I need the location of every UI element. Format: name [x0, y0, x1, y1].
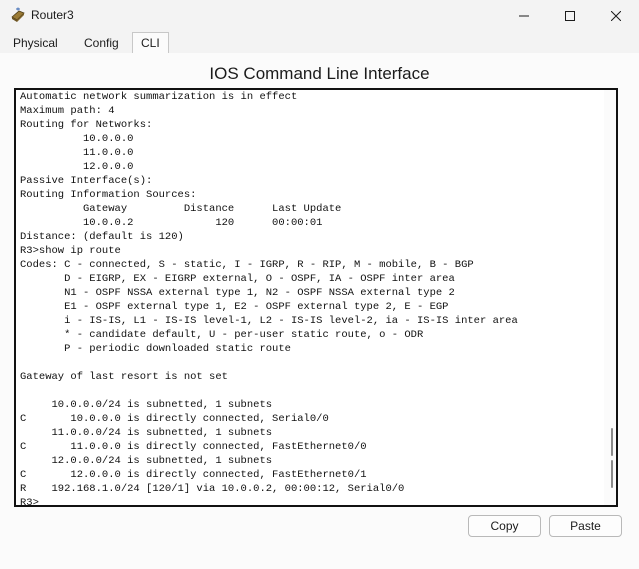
cli-line: Passive Interface(s):: [20, 175, 153, 187]
cli-line: i - IS-IS, L1 - IS-IS level-1, L2 - IS-I…: [20, 315, 518, 327]
cli-line: Routing for Networks:: [20, 119, 153, 131]
cli-line: R 192.168.1.0/24 [120/1] via 10.0.0.2, 0…: [20, 483, 405, 495]
cli-line: Gateway Distance Last Update: [20, 203, 342, 215]
cli-line: Automatic network summarization is in ef…: [20, 91, 298, 103]
cli-line: P - periodic downloaded static route: [20, 343, 291, 355]
minimize-icon: [519, 15, 529, 17]
cli-line: Codes: C - connected, S - static, I - IG…: [20, 259, 474, 271]
cli-line: R3>show ip route: [20, 245, 121, 257]
minimize-button[interactable]: [501, 0, 547, 32]
cli-line: E1 - OSPF external type 1, E2 - OSPF ext…: [20, 301, 449, 313]
close-button[interactable]: [593, 0, 639, 32]
cli-line: 10.0.0.0: [20, 133, 134, 145]
cli-line: N1 - OSPF NSSA external type 1, N2 - OSP…: [20, 287, 455, 299]
cli-scrollbar[interactable]: [604, 90, 616, 505]
tab-bar: Physical Config CLI: [0, 31, 639, 54]
cli-line: 11.0.0.0/24 is subnetted, 1 subnets: [20, 427, 273, 439]
tab-config[interactable]: Config: [75, 32, 128, 52]
copy-button[interactable]: Copy: [468, 515, 541, 537]
tab-cli[interactable]: CLI: [132, 32, 169, 54]
title-bar: Router3: [0, 0, 639, 32]
cli-line: 10.0.0.0/24 is subnetted, 1 subnets: [20, 399, 273, 411]
cli-line: D - EIGRP, EX - EIGRP external, O - OSPF…: [20, 273, 455, 285]
cli-line: Gateway of last resort is not set: [20, 371, 228, 383]
cli-line: C 11.0.0.0 is directly connected, FastEt…: [20, 441, 367, 453]
cli-line: 10.0.0.2 120 00:00:01: [20, 217, 323, 229]
tab-physical[interactable]: Physical: [4, 32, 67, 52]
cli-line: * - candidate default, U - per-user stat…: [20, 329, 424, 341]
cli-console[interactable]: Automatic network summarization is in ef…: [14, 88, 618, 507]
panel-title: IOS Command Line Interface: [209, 64, 430, 83]
cli-line: 12.0.0.0/24 is subnetted, 1 subnets: [20, 455, 273, 467]
cli-line: R3>: [20, 497, 39, 507]
cli-line: Maximum path: 4: [20, 105, 115, 117]
cli-line: Distance: (default is 120): [20, 231, 184, 243]
maximize-button[interactable]: [547, 0, 593, 32]
cli-line: Routing Information Sources:: [20, 189, 197, 201]
window-title: Router3: [31, 8, 74, 22]
cli-line: 11.0.0.0: [20, 147, 134, 159]
cli-line: 12.0.0.0: [20, 161, 134, 173]
cli-output[interactable]: Automatic network summarization is in ef…: [20, 90, 518, 507]
scroll-thumb[interactable]: [611, 460, 613, 488]
close-icon: [611, 11, 621, 21]
scroll-thumb[interactable]: [611, 428, 613, 456]
paste-button[interactable]: Paste: [549, 515, 622, 537]
router-icon: [10, 7, 26, 23]
maximize-icon: [565, 11, 575, 21]
cli-panel: IOS Command Line Interface Automatic net…: [0, 53, 639, 569]
cli-line: C 10.0.0.0 is directly connected, Serial…: [20, 413, 329, 425]
cli-line: C 12.0.0.0 is directly connected, FastEt…: [20, 469, 367, 481]
